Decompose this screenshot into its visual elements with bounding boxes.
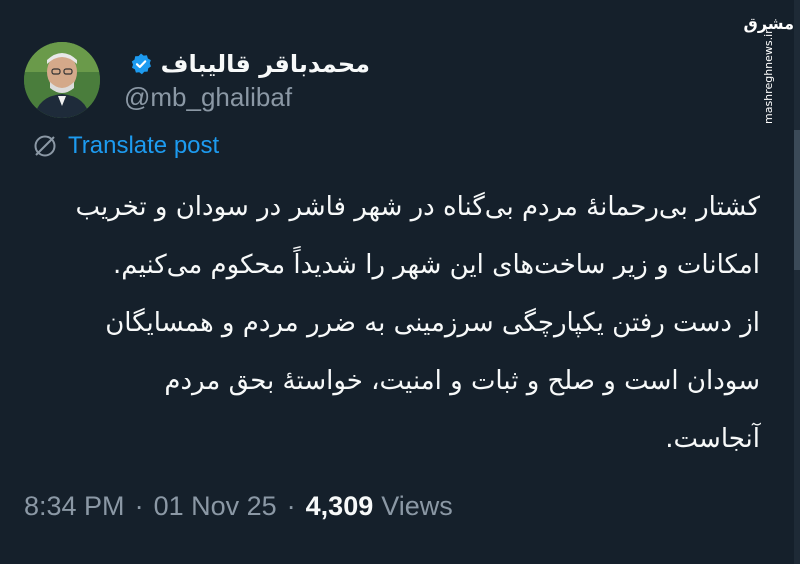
post-line: سودان است و صلح و ثبات و امنیت، خواستهٔ … xyxy=(164,366,760,396)
avatar[interactable] xyxy=(24,42,100,118)
post-time[interactable]: 8:34 PM xyxy=(24,491,125,522)
display-name-row: محمدباقر قالیباف xyxy=(120,48,370,80)
post-body: کشتار بی‌رحمانهٔ مردم بی‌گناه در شهر فاش… xyxy=(30,178,761,468)
translate-post-label: Translate post xyxy=(68,132,220,159)
user-handle[interactable]: @mb_ghalibaf xyxy=(124,82,292,113)
post-date[interactable]: 01 Nov 25 xyxy=(154,491,277,522)
watermark: مشرق mashreghnews.ir xyxy=(744,14,794,134)
avatar-photo-icon xyxy=(24,42,100,118)
watermark-site: mashreghnews.ir xyxy=(762,29,775,124)
post-line: امکانات و زیر ساخت‌های این شهر را شدیداً… xyxy=(113,250,760,280)
translate-post-button[interactable]: Translate post xyxy=(32,130,219,162)
meta-separator: · xyxy=(134,490,144,521)
scrollbar-track[interactable] xyxy=(794,0,800,564)
views-count[interactable]: 4,309 xyxy=(306,491,374,522)
post-line: آنجاست. xyxy=(665,424,760,454)
meta-separator: · xyxy=(286,490,296,521)
verified-badge-icon xyxy=(131,53,151,75)
top-bar xyxy=(0,0,800,20)
globe-slash-icon xyxy=(34,135,56,157)
post-header: محمدباقر قالیباف @mb_ghalibaf xyxy=(24,42,370,122)
display-name[interactable]: محمدباقر قالیباف xyxy=(161,50,370,78)
post-line: کشتار بی‌رحمانهٔ مردم بی‌گناه در شهر فاش… xyxy=(75,192,761,222)
post-line: از دست رفتن یکپارچگی سرزمینی به ضرر مردم… xyxy=(105,308,760,338)
scrollbar-thumb[interactable] xyxy=(794,130,800,270)
views-label: Views xyxy=(381,490,453,521)
post-meta: 8:34 PM · 01 Nov 25 · 4,309 Views xyxy=(24,488,453,524)
